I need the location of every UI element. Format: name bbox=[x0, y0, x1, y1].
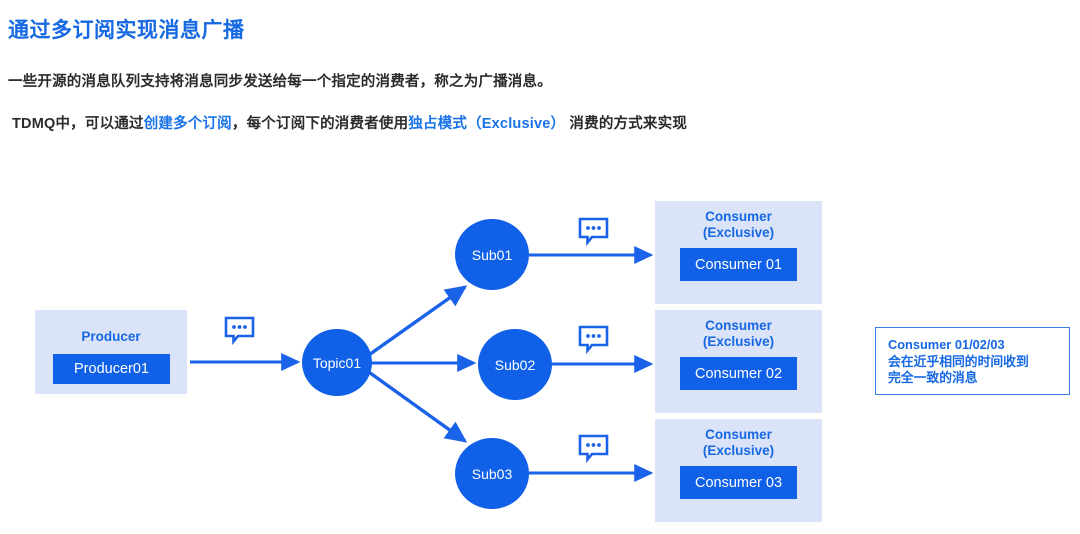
annotation-note-line-3: 完全一致的消息 bbox=[888, 370, 978, 385]
broadcast-flow-diagram: Producer Producer01 Topic01 Sub01 Sub02 … bbox=[0, 0, 1080, 534]
consumer-group-label-1: Consumer (Exclusive) bbox=[655, 209, 822, 241]
consumer-group-3: Consumer (Exclusive) Consumer 03 bbox=[655, 419, 822, 522]
consumer-node-3[interactable]: Consumer 03 bbox=[680, 466, 797, 499]
consumer-group-label-line1: Consumer bbox=[705, 209, 772, 224]
message-bubble-icon bbox=[578, 325, 609, 355]
edge-topic-to-sub01 bbox=[365, 285, 468, 359]
annotation-note-line-2: 会在近乎相同的时间收到 bbox=[888, 353, 1029, 369]
message-bubble-icon bbox=[224, 316, 255, 346]
message-bubble-icon bbox=[578, 434, 609, 464]
consumer-node-2[interactable]: Consumer 02 bbox=[680, 357, 797, 390]
diagram-edges bbox=[190, 246, 654, 482]
annotation-note: Consumer 01/02/03 会在近乎相同的时间收到 完全一致的消息 bbox=[875, 327, 1070, 395]
consumer-node-1[interactable]: Consumer 01 bbox=[680, 248, 797, 281]
consumer-group-label-line2: (Exclusive) bbox=[702, 334, 775, 349]
edge-topic-to-sub03 bbox=[365, 368, 468, 443]
consumer-group-label-2: Consumer (Exclusive) bbox=[655, 318, 822, 350]
subscription-node-sub02[interactable]: Sub02 bbox=[478, 329, 552, 400]
producer-group: Producer Producer01 bbox=[35, 310, 187, 394]
producer-group-label: Producer bbox=[81, 329, 141, 344]
message-bubble-icon bbox=[578, 217, 609, 247]
consumer-group-label-3: Consumer (Exclusive) bbox=[655, 427, 822, 459]
consumer-group-label-line1: Consumer bbox=[705, 427, 772, 442]
consumer-group-label-line2: (Exclusive) bbox=[702, 443, 775, 458]
consumer-group-label-line2: (Exclusive) bbox=[702, 225, 775, 240]
producer-node[interactable]: Producer01 bbox=[53, 354, 170, 384]
subscription-node-sub01[interactable]: Sub01 bbox=[455, 219, 529, 290]
annotation-note-line-1: Consumer 01/02/03 bbox=[888, 337, 1005, 352]
consumer-group-2: Consumer (Exclusive) Consumer 02 bbox=[655, 310, 822, 413]
topic-node-topic01[interactable]: Topic01 bbox=[302, 329, 372, 396]
subscription-node-sub03[interactable]: Sub03 bbox=[455, 438, 529, 509]
consumer-group-label-line1: Consumer bbox=[705, 318, 772, 333]
consumer-group-1: Consumer (Exclusive) Consumer 01 bbox=[655, 201, 822, 304]
